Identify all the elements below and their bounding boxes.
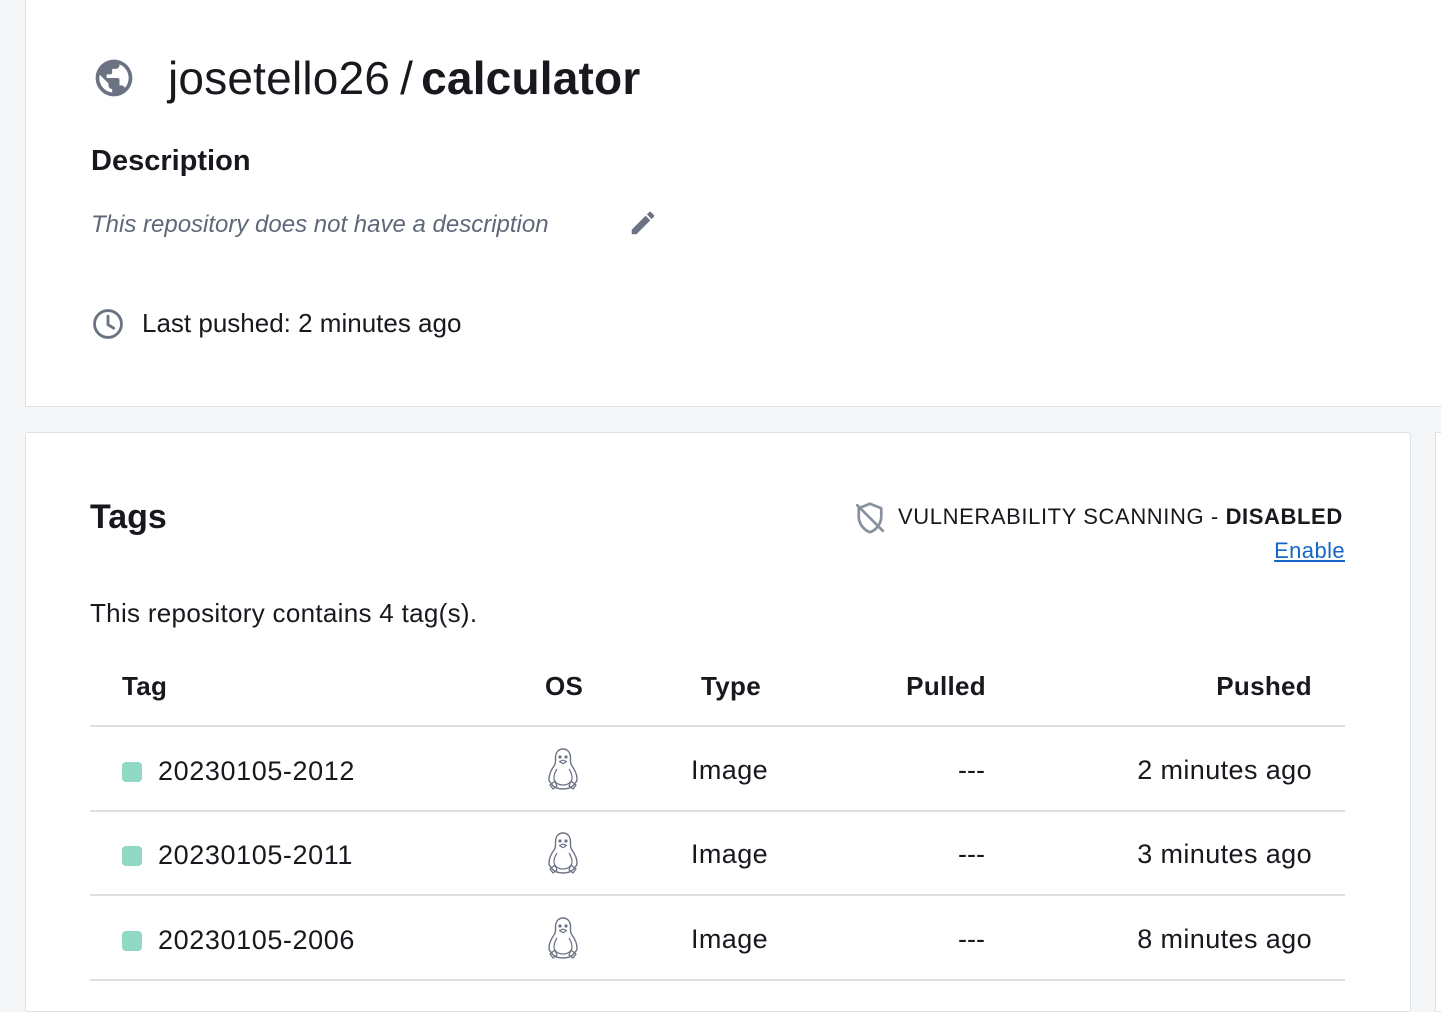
vulnerability-scanning-status: VULNERABILITY SCANNING - DISABLED [898,503,1343,531]
repository-title: josetello26/calculator [168,50,640,106]
pencil-icon[interactable] [628,208,658,238]
tag-count-text: This repository contains 4 tag(s). [90,598,478,628]
column-header-pulled[interactable]: Pulled [906,670,986,702]
column-header-os: OS [545,671,584,701]
linux-tux-icon [548,748,578,790]
last-pushed-text: Last pushed: 2 minutes ago [142,308,462,338]
tag-pulled: --- [958,839,985,869]
description-heading: Description [91,145,251,177]
row-divider [90,979,1345,981]
linux-tux-icon [548,917,578,959]
repository-namespace[interactable]: josetello26 [168,52,390,104]
table-row[interactable]: 20230105-2012 Image --- 2 minutes ago [90,727,1345,811]
tag-type: Image [691,924,769,954]
vulnerability-scanning-state: DISABLED [1225,504,1343,529]
column-header-type: Type [701,671,761,701]
tag-status-indicator [122,931,142,951]
repository-name: calculator [421,52,641,104]
side-panel-card [1435,432,1441,1012]
tag-pulled: --- [958,755,985,785]
table-row[interactable]: 20230105-2006 Image --- 8 minutes ago [90,896,1345,980]
globe-icon [95,59,133,97]
tag-name-link[interactable]: 20230105-2011 [158,838,353,872]
tag-name-link[interactable]: 20230105-2006 [158,923,355,957]
title-separator: / [400,52,414,104]
column-header-pushed[interactable]: Pushed [1216,670,1312,702]
tag-type: Image [691,755,769,785]
tag-pushed: 3 minutes ago [1137,839,1312,869]
linux-tux-icon [548,832,578,874]
description-text: This repository does not have a descript… [91,211,549,238]
tags-heading: Tags [90,498,167,536]
tag-pushed: 8 minutes ago [1137,924,1312,954]
tag-pulled: --- [958,924,985,954]
tag-pushed: 2 minutes ago [1137,755,1312,785]
shield-off-icon [855,502,885,534]
tag-type: Image [691,839,769,869]
clock-icon [93,309,123,339]
tag-status-indicator [122,762,142,782]
table-row[interactable]: 20230105-2011 Image --- 3 minutes ago [90,811,1345,895]
enable-scanning-link[interactable]: Enable [1274,537,1345,565]
column-header-tag[interactable]: Tag [122,670,167,702]
vulnerability-scanning-label: VULNERABILITY SCANNING - [898,504,1226,529]
tag-status-indicator [122,846,142,866]
tag-name-link[interactable]: 20230105-2012 [158,754,355,788]
